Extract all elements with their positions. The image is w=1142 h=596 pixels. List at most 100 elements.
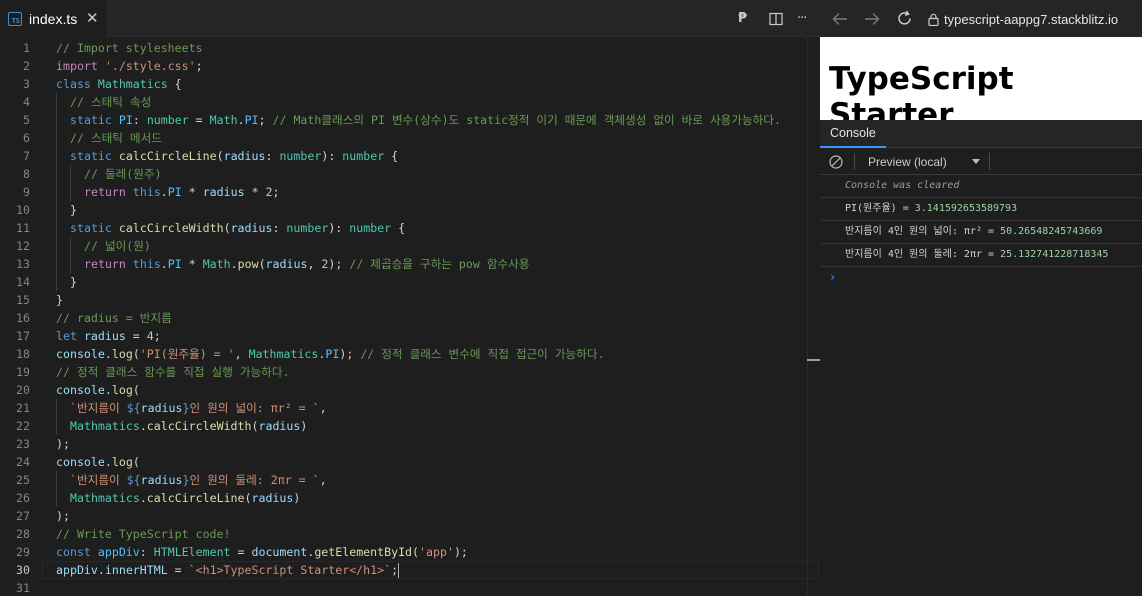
code-line[interactable]: 27); bbox=[0, 507, 808, 525]
back-icon[interactable] bbox=[832, 0, 848, 37]
line-number: 25 bbox=[16, 473, 30, 487]
code-line[interactable]: 24 console.log( bbox=[0, 453, 808, 471]
more-glyph: ··· bbox=[797, 11, 807, 26]
code-line[interactable]: 18 console.log('PI(원주율) = ', Mathmatics.P… bbox=[0, 345, 808, 363]
code-line[interactable]: 20 console.log( bbox=[0, 381, 808, 399]
code-line[interactable]: 23); bbox=[0, 435, 808, 453]
editor-tab-index-ts[interactable]: TS index.ts ✕ bbox=[0, 0, 107, 37]
back-arrow-glyph bbox=[832, 12, 847, 25]
line-number: 20 bbox=[16, 383, 30, 397]
code-line[interactable]: 10} bbox=[0, 201, 808, 219]
clear-console-icon[interactable] bbox=[829, 154, 843, 173]
code-line[interactable]: 17 let radius = 4; bbox=[0, 327, 808, 345]
code-area[interactable]: 1 // Import stylesheets 2 import './style.c… bbox=[0, 37, 819, 596]
code-line[interactable]: 14} bbox=[0, 273, 808, 291]
indent-guide bbox=[56, 219, 57, 237]
code-line[interactable]: 8 // 둘레(원주) bbox=[0, 165, 808, 183]
line-number: 11 bbox=[16, 221, 30, 235]
line-number: 10 bbox=[16, 203, 30, 217]
code-line[interactable]: 13 return this.PI * Math.pow(radius, 2); … bbox=[0, 255, 808, 273]
more-actions-icon[interactable]: ··· bbox=[797, 0, 807, 37]
code-token: ( bbox=[132, 383, 140, 397]
forward-icon[interactable] bbox=[864, 0, 880, 37]
code-token: PI bbox=[167, 185, 182, 199]
code-token: number bbox=[349, 221, 392, 235]
code-token: } bbox=[70, 275, 77, 289]
code-line[interactable]: 11 static calcCircleWidth(radius: number)… bbox=[0, 219, 808, 237]
code-text: static calcCircleLine(radius: number): n… bbox=[70, 147, 398, 165]
code-token: . bbox=[104, 347, 112, 361]
indent-guide bbox=[70, 165, 71, 183]
code-line[interactable]: 3 class Mathmatics { bbox=[0, 75, 808, 93]
code-token: return bbox=[84, 185, 126, 199]
chevron-down-icon[interactable] bbox=[972, 159, 980, 164]
split-editor-icon[interactable] bbox=[769, 0, 783, 37]
code-line[interactable]: 25 `반지름이 ${radius}인 원의 둘레: 2πr = `, bbox=[0, 471, 808, 489]
code-text: // 스태틱 메서드 bbox=[70, 129, 162, 147]
code-token: const bbox=[56, 545, 91, 559]
code-line[interactable]: 30 appDiv.innerHTML = `<h1>TypeScript Sta… bbox=[0, 561, 808, 579]
code-text: console.log( bbox=[56, 381, 140, 399]
code-line[interactable]: 31 bbox=[0, 579, 808, 596]
code-line[interactable]: 28 // Write TypeScript code! bbox=[0, 525, 808, 543]
code-line[interactable]: 5 static PI: number = Math.PI; // Math클래스… bbox=[0, 111, 808, 129]
code-token: log bbox=[111, 383, 133, 397]
code-token: . bbox=[97, 563, 105, 577]
code-text: // 스태틱 속성 bbox=[70, 93, 151, 111]
indent-guide bbox=[56, 147, 57, 165]
pnpm-icon[interactable]: ₱ bbox=[738, 0, 747, 37]
code-line[interactable]: 26 Mathmatics.calcCircleLine(radius) bbox=[0, 489, 808, 507]
code-line[interactable]: 9 return this.PI * radius * 2; bbox=[0, 183, 808, 201]
code-editor[interactable]: TS index.ts ✕ ₱ ··· 1 // Import styleshee… bbox=[0, 0, 820, 596]
code-line[interactable]: 6 // 스태틱 메서드 bbox=[0, 129, 808, 147]
code-line[interactable]: 29 const appDiv: HTMLElement = document.g… bbox=[0, 543, 808, 561]
code-text: import './style.css'; bbox=[56, 57, 203, 75]
code-line[interactable]: 4 // 스태틱 속성 bbox=[0, 93, 808, 111]
indent-guide bbox=[56, 129, 57, 147]
context-select[interactable]: Preview (local) bbox=[868, 148, 947, 175]
code-text: static calcCircleWidth(radius: number): … bbox=[70, 219, 405, 237]
code-line[interactable]: 19 // 정적 클래스 함수를 직접 실행 가능하다. bbox=[0, 363, 808, 381]
code-token: ( bbox=[223, 221, 231, 235]
reload-icon[interactable] bbox=[896, 0, 913, 37]
code-token: . bbox=[139, 419, 147, 433]
code-line[interactable]: 2 import './style.css'; bbox=[0, 57, 808, 75]
code-line[interactable]: 16 // radius = 반지름 bbox=[0, 309, 808, 327]
code-token: 'PI(원주율) = ' bbox=[139, 347, 235, 361]
scrollbar-cursor-marker bbox=[807, 359, 820, 361]
code-line[interactable]: 1 // Import stylesheets bbox=[0, 39, 808, 57]
tab-console[interactable]: Console bbox=[820, 120, 886, 148]
code-token: Mathmatics bbox=[97, 77, 168, 91]
code-token: calcCircleLine bbox=[118, 149, 217, 163]
code-line[interactable]: 21 `반지름이 ${radius}인 원의 넓이: πr² = `, bbox=[0, 399, 808, 417]
code-token: { bbox=[391, 221, 406, 235]
code-token: // 정적 클래스 함수를 직접 실행 가능하다. bbox=[56, 365, 290, 379]
code-token: Mathmatics bbox=[70, 491, 140, 505]
code-line[interactable]: 22 Mathmatics.calcCircleWidth(radius) bbox=[0, 417, 808, 435]
code-token: ); bbox=[56, 437, 70, 451]
code-token: ); bbox=[339, 347, 361, 361]
code-line[interactable]: 7 static calcCircleLine(radius: number): … bbox=[0, 147, 808, 165]
code-token: radius bbox=[83, 329, 126, 343]
url-bar[interactable]: typescript-aappg7.stackblitz.io bbox=[928, 8, 1118, 30]
code-token: `반지름이 bbox=[70, 401, 127, 415]
code-token: , bbox=[319, 401, 327, 415]
console-tabbar: Console bbox=[820, 120, 1142, 148]
editor-scrollbar[interactable] bbox=[807, 37, 820, 596]
close-icon[interactable]: ✕ bbox=[86, 9, 99, 27]
indent-guide bbox=[56, 237, 57, 255]
code-line[interactable]: 15} bbox=[0, 291, 808, 309]
code-text: } bbox=[56, 291, 63, 309]
console-message-text: 반지름이 4인 원의 둘레: 2πr = bbox=[845, 249, 1001, 260]
code-token: HTMLElement bbox=[153, 545, 231, 559]
console-prompt-icon[interactable]: › bbox=[829, 270, 836, 284]
code-line[interactable]: 12 // 넓이(원) bbox=[0, 237, 808, 255]
code-token: radius bbox=[258, 419, 301, 433]
code-token: pow bbox=[237, 257, 259, 271]
code-token: ); bbox=[453, 545, 468, 559]
code-token: number bbox=[279, 149, 322, 163]
code-token: 4 bbox=[146, 329, 154, 343]
